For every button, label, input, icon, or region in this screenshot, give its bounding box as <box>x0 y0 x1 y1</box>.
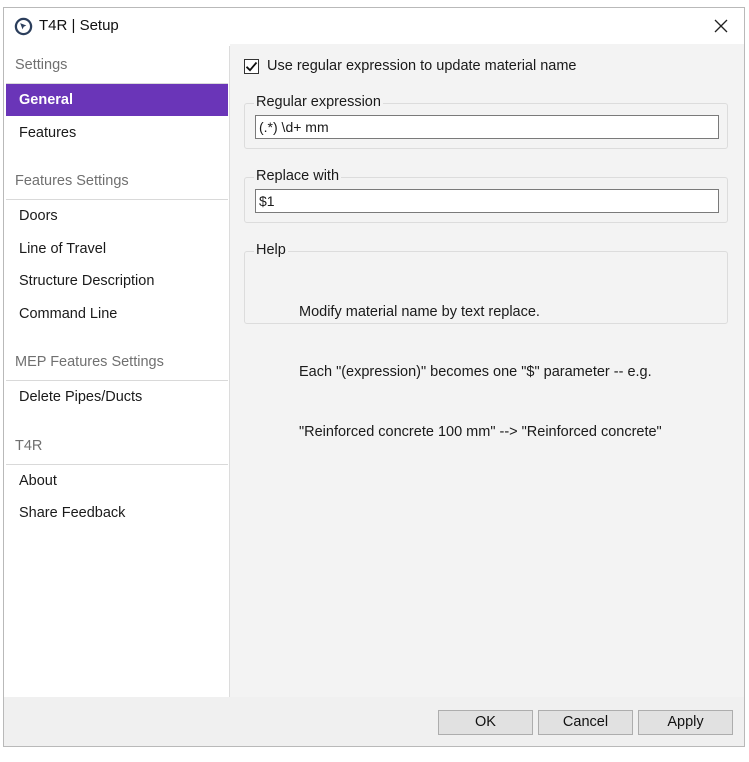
dialog-content: Settings General Features Features Setti… <box>4 44 744 697</box>
checkmark-icon <box>245 61 258 72</box>
close-icon <box>714 19 728 33</box>
regex-group: Regular expression (.*) \d+ mm <box>244 94 728 149</box>
section-header-features-settings: Features Settings <box>15 173 129 189</box>
use-regex-checkbox-row[interactable]: Use regular expression to update materia… <box>244 58 577 74</box>
regex-group-title: Regular expression <box>254 94 383 110</box>
sidebar-item-command-line[interactable]: Command Line <box>6 298 228 330</box>
section-header-settings: Settings <box>15 57 68 73</box>
use-regex-checkbox[interactable] <box>244 58 259 74</box>
section-header-mep-features-settings: MEP Features Settings <box>15 354 164 370</box>
sidebar-item-delete-pipes-ducts[interactable]: Delete Pipes/Ducts <box>6 381 228 413</box>
help-group: Help Modify material name by text replac… <box>244 242 728 440</box>
sidebar-item-structure-description[interactable]: Structure Description <box>6 265 228 297</box>
sidebar-item-features[interactable]: Features <box>6 117 228 149</box>
settings-panel: Use regular expression to update materia… <box>230 44 744 697</box>
dialog-footer: OK Cancel Apply <box>4 697 744 746</box>
replace-input[interactable]: $1 <box>255 189 719 213</box>
help-text: Modify material name by text replace. Ea… <box>299 262 662 482</box>
cancel-button[interactable]: Cancel <box>538 710 633 735</box>
sidebar-item-doors[interactable]: Doors <box>6 200 228 232</box>
help-line: "Reinforced concrete 100 mm" --> "Reinfo… <box>299 424 662 440</box>
sidebar-item-line-of-travel[interactable]: Line of Travel <box>6 233 228 265</box>
sidebar-item-general[interactable]: General <box>6 84 228 116</box>
setup-dialog: T4R | Setup Settings General Features Fe… <box>3 7 745 747</box>
title-bar: T4R | Setup <box>4 8 744 44</box>
section-header-t4r: T4R <box>15 438 43 454</box>
sidebar-item-share-feedback[interactable]: Share Feedback <box>6 497 228 529</box>
ok-button[interactable]: OK <box>438 710 533 735</box>
replace-group: Replace with $1 <box>244 168 728 223</box>
help-group-title: Help <box>254 242 288 258</box>
help-line: Each "(expression)" becomes one "$" para… <box>299 364 652 380</box>
regex-input[interactable]: (.*) \d+ mm <box>255 115 719 139</box>
sidebar: Settings General Features Features Setti… <box>6 46 230 697</box>
replace-group-title: Replace with <box>254 168 342 184</box>
close-button[interactable] <box>698 8 744 44</box>
t4r-logo-icon <box>14 17 33 36</box>
apply-button[interactable]: Apply <box>638 710 733 735</box>
use-regex-label: Use regular expression to update materia… <box>267 58 577 74</box>
window-title: T4R | Setup <box>39 17 119 34</box>
sidebar-item-about[interactable]: About <box>6 465 228 497</box>
help-line: Modify material name by text replace. <box>299 304 540 320</box>
